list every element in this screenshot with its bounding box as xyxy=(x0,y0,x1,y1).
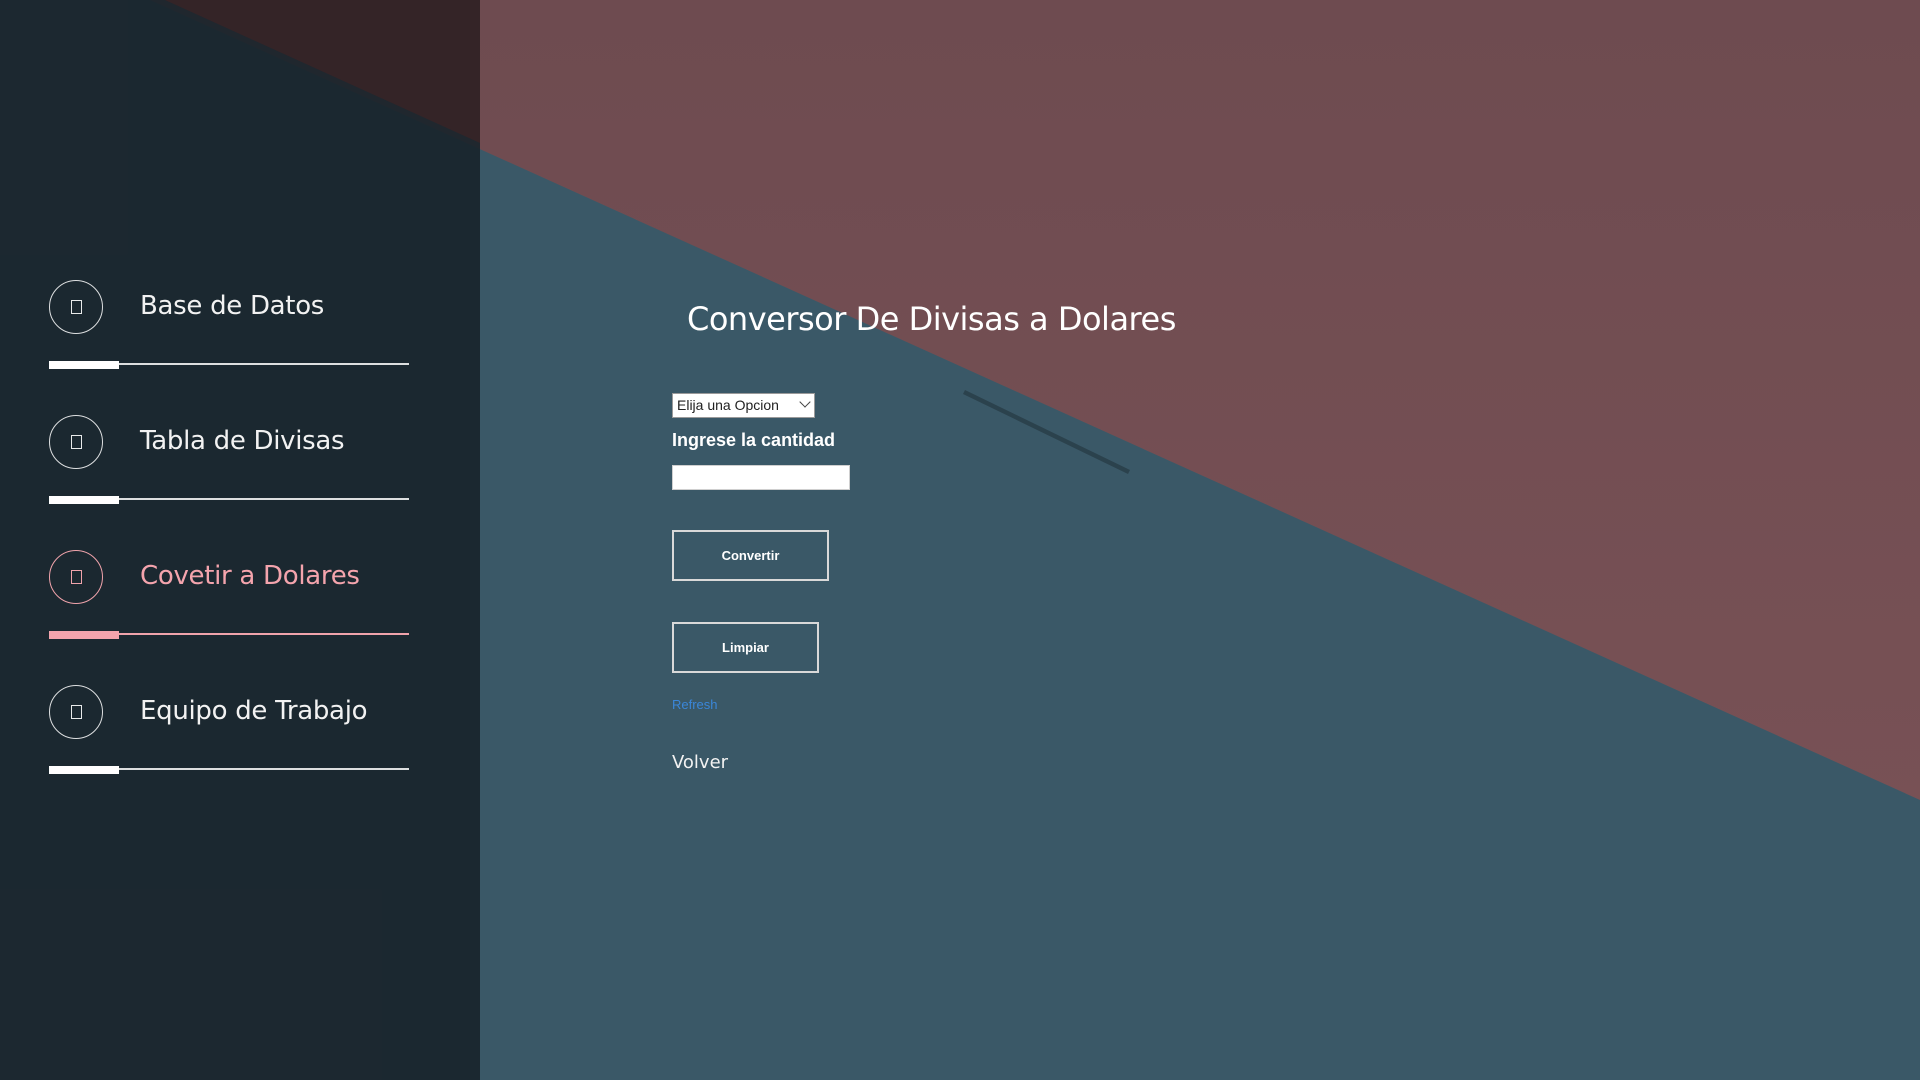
sidebar-item-marker xyxy=(49,766,119,774)
chevron-down-icon xyxy=(799,396,811,408)
sidebar-item-convertir-a-dolares[interactable]: Covetir a Dolares xyxy=(49,550,409,660)
clear-button[interactable]: Limpiar xyxy=(672,622,819,673)
square-icon xyxy=(49,550,103,604)
amount-label: Ingrese la cantidad xyxy=(672,430,836,450)
sidebar: Base de Datos Tabla de Divisas Covetir a… xyxy=(0,0,480,1080)
sidebar-item-tabla-de-divisas[interactable]: Tabla de Divisas xyxy=(49,415,409,525)
sidebar-item-equipo-de-trabajo[interactable]: Equipo de Trabajo xyxy=(49,685,409,795)
sidebar-item-label: Base de Datos xyxy=(140,291,325,321)
sidebar-shade xyxy=(165,0,480,143)
sidebar-item-label: Covetir a Dolares xyxy=(140,561,360,591)
sidebar-item-label: Equipo de Trabajo xyxy=(140,696,368,726)
currency-select[interactable]: Elija una Opcion xyxy=(672,393,815,418)
amount-input[interactable] xyxy=(672,465,850,490)
sidebar-item-base-de-datos[interactable]: Base de Datos xyxy=(49,280,409,390)
sidebar-item-marker xyxy=(49,631,119,639)
square-icon xyxy=(49,280,103,334)
page-title: Conversor De Divisas a Dolares xyxy=(687,300,1176,338)
square-icon xyxy=(49,415,103,469)
square-icon xyxy=(49,685,103,739)
sidebar-item-marker xyxy=(49,496,119,504)
refresh-link[interactable]: Refresh xyxy=(672,697,718,712)
sidebar-item-label: Tabla de Divisas xyxy=(140,426,345,456)
convert-button[interactable]: Convertir xyxy=(672,530,829,581)
back-link[interactable]: Volver xyxy=(672,752,728,773)
currency-select-value: Elija una Opcion xyxy=(677,397,779,413)
sidebar-item-marker xyxy=(49,361,119,369)
